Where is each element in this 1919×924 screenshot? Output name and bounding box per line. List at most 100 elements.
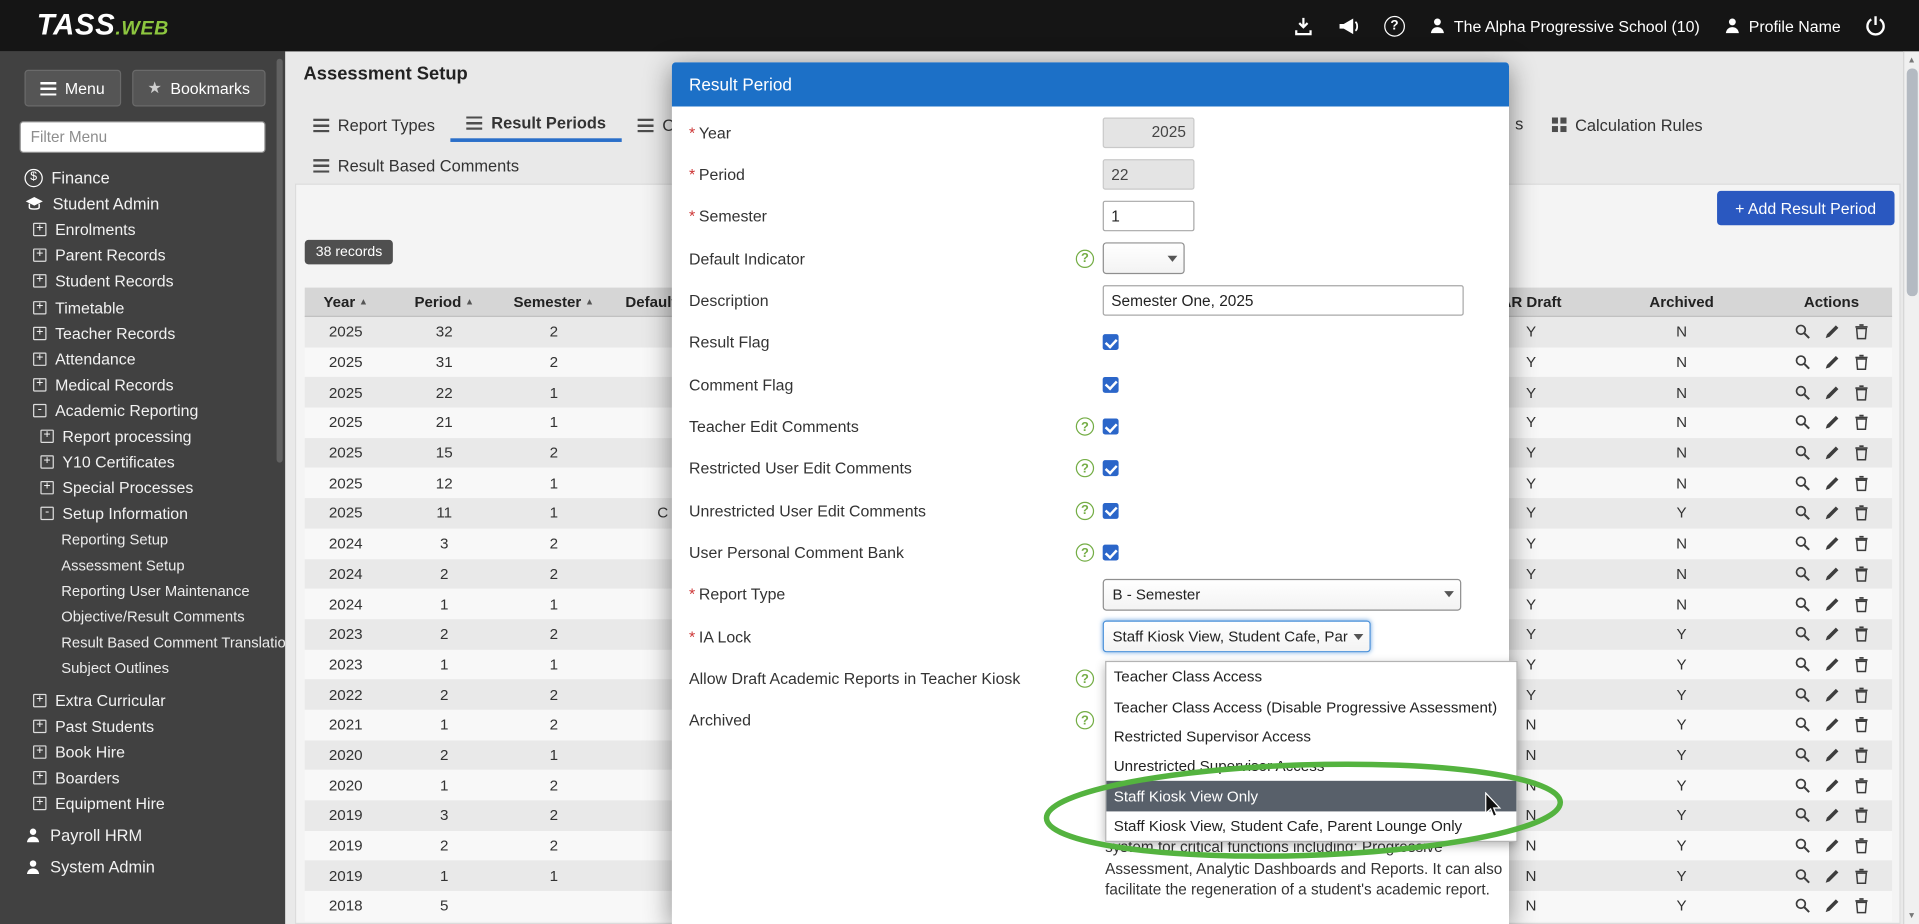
tab-result-based-comments[interactable]: Result Based Comments	[297, 148, 535, 182]
sort-asc-icon[interactable]: ▲	[585, 296, 594, 307]
view-icon[interactable]	[1794, 747, 1811, 764]
edit-icon[interactable]	[1823, 444, 1840, 461]
delete-icon[interactable]	[1852, 807, 1869, 824]
sidebar-item-student-admin[interactable]: Student Admin	[0, 191, 285, 217]
edit-icon[interactable]	[1823, 837, 1840, 854]
delete-icon[interactable]	[1852, 324, 1869, 341]
sidebar-item-reporting-setup[interactable]: Reporting Setup	[0, 527, 285, 553]
help-icon[interactable]: ?	[1384, 15, 1405, 36]
dropdown-option[interactable]: Unrestricted Supervisor Access	[1106, 751, 1516, 781]
view-icon[interactable]	[1794, 807, 1811, 824]
scroll-up-icon[interactable]: ▲	[1904, 51, 1919, 68]
sort-asc-icon[interactable]: ▲	[465, 296, 474, 307]
edit-icon[interactable]	[1823, 414, 1840, 431]
sidebar-item-timetable[interactable]: +Timetable	[0, 294, 285, 320]
edit-icon[interactable]	[1823, 354, 1840, 371]
sidebar-item-assessment-setup[interactable]: Assessment Setup	[0, 552, 285, 578]
view-icon[interactable]	[1794, 535, 1811, 552]
expand-icon[interactable]: +	[33, 694, 46, 707]
logout-power-icon[interactable]	[1864, 14, 1887, 37]
delete-icon[interactable]	[1852, 686, 1869, 703]
tab-calculation-rules[interactable]: Calculation Rules	[1536, 108, 1719, 142]
sidebar-item-reporting-user-maintenance[interactable]: Reporting User Maintenance	[0, 578, 285, 604]
field-help-icon[interactable]: ?	[1076, 670, 1094, 688]
expand-icon[interactable]: +	[33, 720, 46, 733]
expand-icon[interactable]: +	[33, 378, 46, 391]
scroll-down-icon[interactable]: ▼	[1904, 907, 1919, 924]
announcements-icon[interactable]	[1338, 15, 1361, 36]
edit-icon[interactable]	[1823, 686, 1840, 703]
view-icon[interactable]	[1794, 626, 1811, 643]
ia-lock-select[interactable]: Staff Kiosk View, Student Cafe, Par	[1103, 621, 1371, 653]
sidebar-item-result-based-comment-translations[interactable]: Result Based Comment Translations	[0, 630, 285, 656]
column-header-year[interactable]: Year▲	[305, 293, 387, 310]
edit-icon[interactable]	[1823, 867, 1840, 884]
edit-icon[interactable]	[1823, 595, 1840, 612]
sidebar-item-extra-curricular[interactable]: +Extra Curricular	[0, 688, 285, 714]
delete-icon[interactable]	[1852, 354, 1869, 371]
sidebar-item-system-admin[interactable]: System Admin	[0, 855, 285, 881]
delete-icon[interactable]	[1852, 898, 1869, 915]
user-personal-comment-bank-checkbox[interactable]	[1103, 545, 1119, 561]
delete-icon[interactable]	[1852, 716, 1869, 733]
expand-icon[interactable]: +	[33, 745, 46, 758]
sidebar-item-attendance[interactable]: +Attendance	[0, 346, 285, 372]
field-help-icon[interactable]: ?	[1076, 712, 1094, 730]
sidebar-item-teacher-records[interactable]: +Teacher Records	[0, 320, 285, 346]
expand-icon[interactable]: +	[40, 481, 53, 494]
delete-icon[interactable]	[1852, 656, 1869, 673]
filter-menu-input[interactable]	[20, 121, 266, 153]
expand-icon[interactable]: +	[33, 249, 46, 262]
edit-icon[interactable]	[1823, 777, 1840, 794]
view-icon[interactable]	[1794, 837, 1811, 854]
app-logo[interactable]: TASS.WEB	[37, 9, 169, 43]
sidebar-item-y10-certificates[interactable]: +Y10 Certificates	[0, 449, 285, 475]
expand-icon[interactable]: +	[33, 300, 46, 313]
field-help-icon[interactable]: ?	[1076, 417, 1094, 435]
expand-icon[interactable]: +	[33, 771, 46, 784]
view-icon[interactable]	[1794, 777, 1811, 794]
view-icon[interactable]	[1794, 414, 1811, 431]
description-input[interactable]	[1103, 285, 1464, 316]
report-type-select[interactable]: B - Semester	[1103, 579, 1462, 611]
expand-icon[interactable]: +	[33, 275, 46, 288]
sidebar-scrollbar[interactable]	[277, 59, 283, 463]
edit-icon[interactable]	[1823, 475, 1840, 492]
restricted-user-edit-comments-checkbox[interactable]	[1103, 461, 1119, 477]
unrestricted-user-edit-comments-checkbox[interactable]	[1103, 503, 1119, 519]
edit-icon[interactable]	[1823, 807, 1840, 824]
edit-icon[interactable]	[1823, 898, 1840, 915]
delete-icon[interactable]	[1852, 626, 1869, 643]
default-indicator-select[interactable]	[1103, 243, 1185, 275]
view-icon[interactable]	[1794, 686, 1811, 703]
column-header-period[interactable]: Period▲	[387, 293, 502, 310]
expand-icon[interactable]: +	[33, 352, 46, 365]
semester-input[interactable]	[1103, 201, 1195, 232]
edit-icon[interactable]	[1823, 505, 1840, 522]
view-icon[interactable]	[1794, 656, 1811, 673]
tab-report-types[interactable]: Report Types	[297, 108, 450, 142]
delete-icon[interactable]	[1852, 444, 1869, 461]
sidebar-item-boarders[interactable]: +Boarders	[0, 765, 285, 791]
dropdown-option[interactable]: Teacher Class Access (Disable Progressiv…	[1106, 692, 1516, 722]
view-icon[interactable]	[1794, 898, 1811, 915]
sidebar-item-report-processing[interactable]: +Report processing	[0, 423, 285, 449]
page-scrollbar[interactable]: ▲ ▼	[1903, 51, 1919, 924]
dropdown-option[interactable]: Staff Kiosk View Only	[1106, 781, 1516, 811]
dropdown-option[interactable]: Restricted Supervisor Access	[1106, 722, 1516, 752]
edit-icon[interactable]	[1823, 324, 1840, 341]
view-icon[interactable]	[1794, 444, 1811, 461]
sidebar-item-setup-information[interactable]: -Setup Information	[0, 501, 285, 527]
field-help-icon[interactable]: ?	[1076, 501, 1094, 519]
collapse-icon[interactable]: -	[40, 507, 53, 520]
edit-icon[interactable]	[1823, 565, 1840, 582]
edit-icon[interactable]	[1823, 656, 1840, 673]
download-icon[interactable]	[1292, 15, 1314, 36]
teacher-edit-comments-checkbox[interactable]	[1103, 419, 1119, 435]
expand-icon[interactable]: +	[40, 430, 53, 443]
view-icon[interactable]	[1794, 565, 1811, 582]
view-icon[interactable]	[1794, 324, 1811, 341]
view-icon[interactable]	[1794, 384, 1811, 401]
delete-icon[interactable]	[1852, 475, 1869, 492]
edit-icon[interactable]	[1823, 535, 1840, 552]
